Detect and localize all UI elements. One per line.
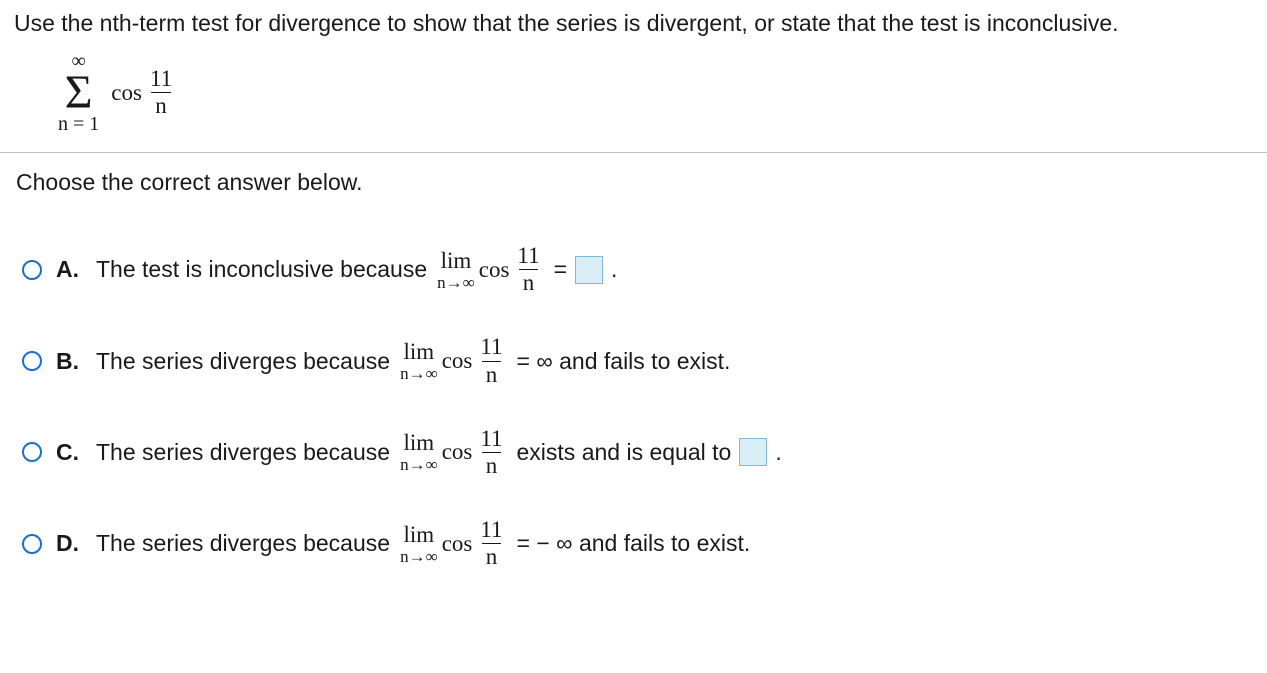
option-d[interactable]: D. The series diverges because lim n→∞ c… xyxy=(22,518,1253,569)
option-c-fillbox[interactable] xyxy=(739,438,767,466)
prompt-text: Choose the correct answer below. xyxy=(16,169,1253,196)
option-a-limit: lim n→∞ cos 11 n xyxy=(433,244,547,295)
option-c-text: The series diverges because lim n→∞ cos … xyxy=(96,427,782,478)
option-a-text: The test is inconclusive because lim n→∞… xyxy=(96,244,617,295)
option-a-letter: A. xyxy=(56,256,82,283)
lower-bound: n = 1 xyxy=(58,114,99,134)
divider xyxy=(0,152,1267,153)
options-group: A. The test is inconclusive because lim … xyxy=(14,244,1253,569)
option-c-letter: C. xyxy=(56,439,82,466)
radio-b[interactable] xyxy=(22,351,42,371)
option-d-letter: D. xyxy=(56,530,82,557)
series-fraction: 11 n xyxy=(146,67,176,118)
option-b-limit: lim n→∞ cos 11 n xyxy=(396,335,510,386)
option-b-letter: B. xyxy=(56,348,82,375)
instruction-text: Use the nth-term test for divergence to … xyxy=(14,10,1253,37)
option-d-text: The series diverges because lim n→∞ cos … xyxy=(96,518,750,569)
sigma-symbol: Σ xyxy=(65,71,93,114)
option-b[interactable]: B. The series diverges because lim n→∞ c… xyxy=(22,335,1253,386)
option-b-text: The series diverges because lim n→∞ cos … xyxy=(96,335,730,386)
sigma-summation: ∞ Σ n = 1 xyxy=(58,51,99,134)
radio-a[interactable] xyxy=(22,260,42,280)
series-expression: ∞ Σ n = 1 cos 11 n xyxy=(58,51,1253,134)
option-a-fillbox[interactable] xyxy=(575,256,603,284)
radio-c[interactable] xyxy=(22,442,42,462)
option-a[interactable]: A. The test is inconclusive because lim … xyxy=(22,244,1253,295)
series-func: cos xyxy=(111,80,142,106)
option-d-limit: lim n→∞ cos 11 n xyxy=(396,518,510,569)
option-c-limit: lim n→∞ cos 11 n xyxy=(396,427,510,478)
option-c[interactable]: C. The series diverges because lim n→∞ c… xyxy=(22,427,1253,478)
radio-d[interactable] xyxy=(22,534,42,554)
